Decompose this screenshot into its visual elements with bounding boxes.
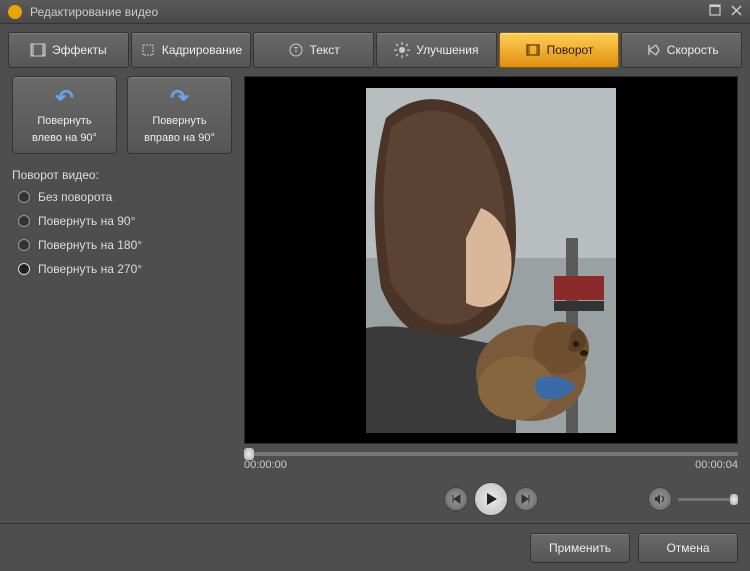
radio-icon [18,215,30,227]
title-bar: Редактирование видео [0,0,750,24]
effects-icon [30,42,46,58]
apply-label: Применить [549,541,611,555]
text-icon: T [288,42,304,58]
time-end: 00:00:04 [695,459,738,471]
rotate-left-label-1: Повернуть [37,115,91,128]
preview-area: 00:00:00 00:00:04 [244,76,738,517]
radio-rotate-180[interactable]: Повернуть на 180° [18,238,232,252]
radio-label: Повернуть на 90° [38,214,135,228]
playback-controls [244,481,738,517]
prev-frame-button[interactable] [444,487,468,511]
tab-label: Скорость [667,43,719,57]
radio-no-rotation[interactable]: Без поворота [18,190,232,204]
app-icon [8,5,22,19]
tab-label: Улучшения [416,43,478,57]
tab-rotate[interactable]: Поворот [499,32,620,68]
rotate-left-button[interactable]: ↶ Повернуть влево на 90° [12,76,117,154]
tab-text[interactable]: T Текст [253,32,374,68]
radio-rotate-90[interactable]: Повернуть на 90° [18,214,232,228]
timeline-track[interactable] [244,452,738,456]
crop-icon [140,42,156,58]
apply-button[interactable]: Применить [530,533,630,563]
video-preview[interactable] [244,76,738,444]
rotate-right-label-1: Повернуть [152,115,206,128]
rotation-section-label: Поворот видео: [12,168,232,182]
rotate-left-icon: ↶ [55,85,73,111]
tab-speed[interactable]: Скорость [621,32,742,68]
enhance-icon [394,42,410,58]
volume-thumb[interactable] [730,494,738,505]
window-title: Редактирование видео [30,5,699,19]
timeline[interactable] [244,452,738,456]
video-content [366,88,616,433]
radio-icon [18,191,30,203]
tab-crop[interactable]: Кадрирование [131,32,252,68]
radio-label: Повернуть на 180° [38,238,142,252]
tab-label: Поворот [547,43,594,57]
dialog-footer: Применить Отмена [0,523,750,571]
cancel-button[interactable]: Отмена [638,533,738,563]
radio-rotate-270[interactable]: Повернуть на 270° [18,262,232,276]
radio-label: Без поворота [38,190,112,204]
next-frame-button[interactable] [514,487,538,511]
volume-button[interactable] [648,487,672,511]
rotate-icon [525,42,541,58]
close-button[interactable] [731,5,742,19]
cancel-label: Отмена [666,541,709,555]
tab-effects[interactable]: Эффекты [8,32,129,68]
minimize-button[interactable] [709,4,721,19]
svg-text:T: T [293,46,298,55]
rotate-left-label-2: влево на 90° [32,132,97,145]
radio-label: Повернуть на 270° [38,262,142,276]
rotate-right-button[interactable]: ↷ Повернуть вправо на 90° [127,76,232,154]
play-button[interactable] [474,482,508,516]
tab-label: Текст [310,43,340,57]
time-start: 00:00:00 [244,459,287,471]
tab-enhance[interactable]: Улучшения [376,32,497,68]
speed-icon [645,42,661,58]
tab-bar: Эффекты Кадрирование T Текст Улучшения П… [0,24,750,76]
rotate-right-label-2: вправо на 90° [144,132,215,145]
timeline-thumb[interactable] [244,448,254,460]
radio-icon [18,239,30,251]
radio-icon [18,263,30,275]
tab-label: Эффекты [52,43,107,57]
rotate-right-icon: ↷ [170,85,188,111]
options-pane: ↶ Повернуть влево на 90° ↷ Повернуть впр… [12,76,232,517]
rotation-options: Без поворота Повернуть на 90° Повернуть … [12,190,232,276]
volume-slider[interactable] [678,498,738,501]
tab-label: Кадрирование [162,43,242,57]
